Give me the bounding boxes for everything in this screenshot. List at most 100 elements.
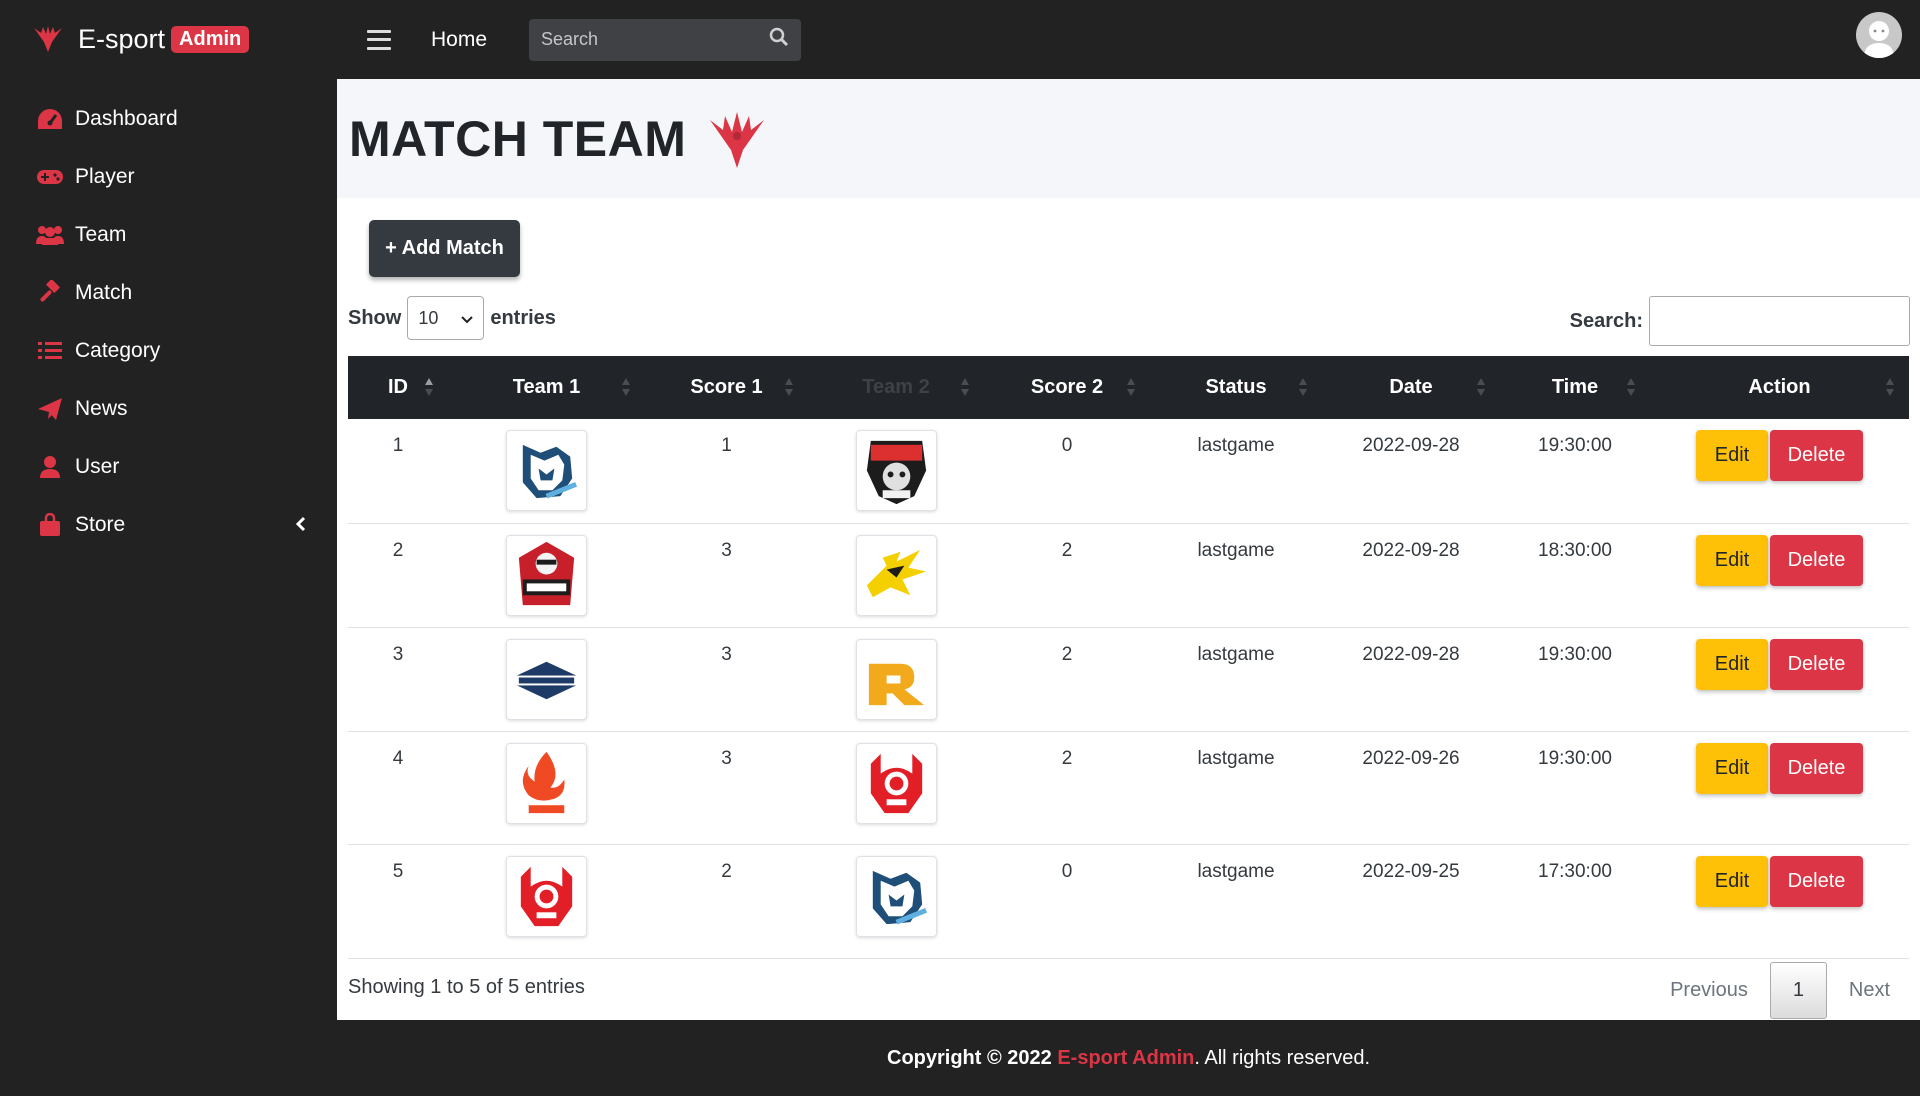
sidebar-item-match[interactable]: Match [0, 264, 337, 322]
sidebar-item-category[interactable]: Category [0, 322, 337, 380]
cell-status: lastgame [1150, 844, 1322, 959]
sort-icon [1127, 378, 1135, 396]
gavel-icon [35, 278, 65, 308]
cell-date: 2022-09-28 [1322, 523, 1500, 628]
table-row: 5 2 0 lastgame 2022-09-25 17:30:00 Edit D… [348, 844, 1909, 959]
menu-toggle-icon[interactable] [367, 29, 391, 50]
sidebar-item-news[interactable]: News [0, 380, 337, 438]
phoenix-logo-icon [704, 106, 770, 172]
table-search-label: Search: [1569, 309, 1643, 332]
col-header-id[interactable]: ID [348, 356, 448, 419]
col-header-score1[interactable]: Score 1 [645, 356, 808, 419]
cell-score1: 2 [645, 844, 808, 959]
page-number-button[interactable]: 1 [1769, 962, 1827, 1019]
sidebar-item-user[interactable]: User [0, 438, 337, 496]
delete-button[interactable]: Delete [1770, 430, 1863, 481]
home-link[interactable]: Home [431, 28, 487, 52]
col-header-label: Score 2 [1030, 376, 1104, 398]
edit-button[interactable]: Edit [1696, 855, 1768, 907]
col-header-label: Time [1551, 376, 1599, 398]
bigetron-logo-icon [855, 742, 937, 824]
main-content: + Add Match Show 10 entries Search: ID T… [337, 198, 1920, 1020]
cell-team2 [808, 523, 984, 628]
cell-score1: 3 [645, 731, 808, 845]
table-header-row: ID Team 1 Score 1 Team 2 Score 2 Status … [348, 356, 1909, 419]
evos-logo-icon [855, 855, 937, 937]
top-search-input[interactable] [541, 29, 742, 50]
cell-team1 [448, 731, 645, 845]
cell-status: lastgame [1150, 523, 1322, 628]
table-filter: Search: [1570, 296, 1910, 346]
cell-team2 [808, 844, 984, 959]
cell-score2: 2 [984, 523, 1150, 628]
delete-button[interactable]: Delete [1770, 855, 1863, 907]
cell-score2: 0 [984, 844, 1150, 959]
cell-time: 18:30:00 [1500, 523, 1650, 628]
col-header-label: Date [1389, 376, 1433, 398]
edit-button[interactable]: Edit [1696, 742, 1768, 794]
users-icon [35, 220, 65, 250]
table-search-input[interactable] [1649, 296, 1910, 346]
col-header-label: Action [1748, 376, 1811, 398]
sidebar-item-label: Store [75, 513, 126, 536]
cell-team2 [808, 419, 984, 524]
footer-brand-link[interactable]: E-sport Admin [1057, 1047, 1194, 1070]
cell-team2 [808, 627, 984, 732]
col-header-action[interactable]: Action [1650, 356, 1909, 419]
cell-score1: 1 [645, 419, 808, 524]
brand[interactable]: E-sport Admin [0, 0, 337, 78]
edit-button[interactable]: Edit [1696, 534, 1768, 586]
evos-logo-icon [506, 430, 587, 511]
onic-logo-icon [855, 534, 937, 616]
cell-id: 3 [348, 627, 448, 732]
sidebar-item-player[interactable]: Player [0, 148, 337, 206]
cell-time: 19:30:00 [1500, 731, 1650, 845]
cell-score1: 3 [645, 523, 808, 628]
col-header-label: Score 1 [690, 376, 763, 398]
sidebar-item-store[interactable]: Store [0, 496, 337, 554]
col-header-team2[interactable]: Team 2 [808, 356, 984, 419]
col-header-date[interactable]: Date [1322, 356, 1500, 419]
chevron-left-icon[interactable] [295, 514, 307, 538]
cell-team2 [808, 731, 984, 845]
table-row: 4 3 2 lastgame 2022-09-26 19:30:00 Edit D… [348, 731, 1909, 845]
delete-button[interactable]: Delete [1770, 638, 1863, 690]
edit-button[interactable]: Edit [1696, 430, 1768, 481]
cell-score2: 2 [984, 731, 1150, 845]
cell-team1 [448, 523, 645, 628]
cell-date: 2022-09-25 [1322, 844, 1500, 959]
rrq-logo-icon [855, 638, 937, 720]
col-header-team1[interactable]: Team 1 [448, 356, 645, 419]
col-header-time[interactable]: Time [1500, 356, 1650, 419]
delete-button[interactable]: Delete [1770, 742, 1863, 794]
col-header-status[interactable]: Status [1150, 356, 1322, 419]
cell-team1 [448, 844, 645, 959]
cell-action: Edit Delete [1650, 731, 1909, 845]
sort-icon [425, 378, 433, 396]
cell-id: 5 [348, 844, 448, 959]
col-header-score2[interactable]: Score 2 [984, 356, 1150, 419]
sidebar-item-label: User [75, 455, 120, 478]
cell-action: Edit Delete [1650, 844, 1909, 959]
edit-button[interactable]: Edit [1696, 638, 1768, 690]
brand-name: E-sport [78, 23, 166, 54]
sidebar-item-team[interactable]: Team [0, 206, 337, 264]
cell-id: 4 [348, 731, 448, 845]
entries-select[interactable]: 10 [407, 296, 485, 340]
previous-page-button[interactable]: Previous [1648, 979, 1770, 1002]
shopping-bag-icon [35, 510, 65, 540]
avatar[interactable] [1856, 12, 1902, 58]
bigetron-logo-icon [506, 855, 587, 937]
sort-icon [1627, 378, 1635, 396]
search-icon[interactable] [769, 27, 789, 52]
cell-date: 2022-09-28 [1322, 627, 1500, 732]
top-search [529, 18, 802, 61]
show-label: Show [348, 306, 402, 329]
next-page-button[interactable]: Next [1827, 979, 1912, 1002]
cell-action: Edit Delete [1650, 523, 1909, 628]
col-header-label: Team 1 [512, 376, 581, 398]
delete-button[interactable]: Delete [1770, 534, 1863, 586]
cell-team1 [448, 419, 645, 524]
add-match-button[interactable]: + Add Match [369, 220, 520, 277]
sidebar-item-dashboard[interactable]: Dashboard [0, 90, 337, 148]
